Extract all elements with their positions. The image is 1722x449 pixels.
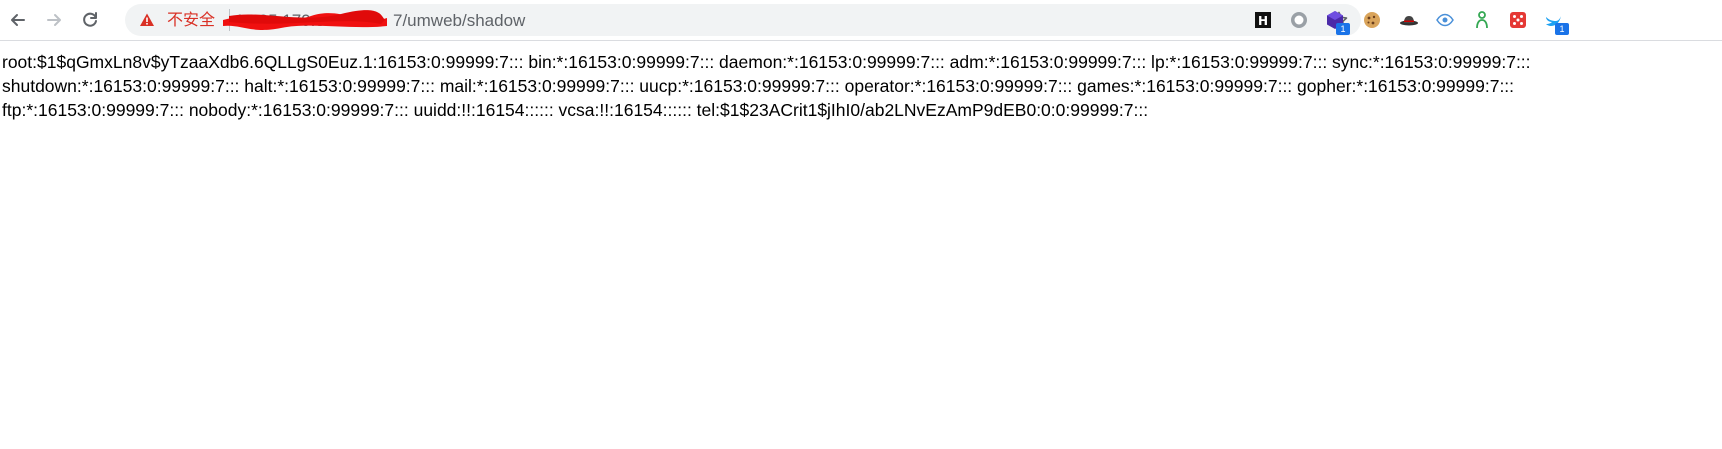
page-text-content: root:$1$qGmxLn8v$yTzaaXdb6.6QLLgS0Euz.1:…: [2, 50, 1722, 122]
address-bar[interactable]: 不安全 10.85.170.33:8087 7/umweb/shadow: [125, 4, 1361, 36]
extension-h[interactable]: H: [1250, 7, 1276, 33]
reload-button[interactable]: [76, 6, 104, 34]
url-path: 7/umweb/shadow: [393, 11, 526, 30]
extension-dice[interactable]: [1505, 7, 1531, 33]
browser-toolbar: 不安全 10.85.170.33:8087 7/umweb/shadow H: [0, 0, 1722, 41]
circle-icon: [1291, 12, 1307, 28]
extension-circle[interactable]: [1286, 7, 1312, 33]
shadow-line: shutdown:*:16153:0:99999:7::: halt:*:161…: [2, 76, 1515, 96]
arrow-right-icon: [47, 14, 61, 26]
forward-button[interactable]: [40, 6, 68, 34]
redaction-scribble: [223, 10, 387, 30]
arrow-left-icon: [11, 14, 25, 26]
h-square-icon: H: [1255, 12, 1271, 28]
back-button[interactable]: [4, 6, 32, 34]
warning-icon: [140, 13, 154, 26]
extension-green-figure[interactable]: [1469, 7, 1495, 33]
extension-hat[interactable]: [1396, 7, 1422, 33]
extension-bird[interactable]: 1: [1541, 7, 1569, 35]
svg-text:H: H: [1258, 14, 1268, 28]
extension-badge: 1: [1555, 23, 1569, 35]
extension-badge: 1: [1336, 23, 1350, 35]
cookie-icon: [1364, 12, 1380, 28]
security-status-label[interactable]: 不安全: [167, 11, 215, 29]
green-figure-icon: [1476, 11, 1488, 29]
reload-icon: [83, 12, 97, 27]
red-dice-icon: [1510, 12, 1526, 28]
shadow-line: root:$1$qGmxLn8v$yTzaaXdb6.6QLLgS0Euz.1:…: [2, 52, 1531, 72]
shadow-line: ftp:*:16153:0:99999:7::: nobody:*:16153:…: [2, 100, 1149, 120]
eye-icon: [1436, 13, 1454, 27]
extension-cookie[interactable]: [1359, 7, 1385, 33]
hat-icon: [1400, 16, 1418, 26]
extension-purple-cube[interactable]: 1: [1322, 7, 1350, 35]
extension-eye[interactable]: [1432, 7, 1458, 33]
